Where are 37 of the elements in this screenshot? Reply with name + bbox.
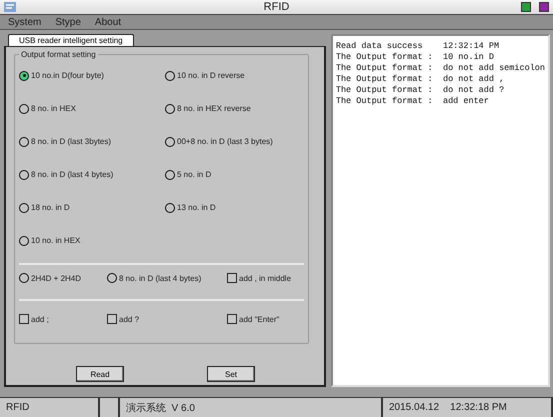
log-line: The Output format : do not add semicolon (336, 63, 545, 74)
tab[interactable]: USB reader intelligent setting (8, 34, 134, 46)
radio-button[interactable]: 8 no. in D (last 4 bytes) (107, 273, 227, 283)
radio-button[interactable]: 5 no. in D (165, 170, 304, 180)
log-line: The Output format : do not add , (336, 74, 506, 85)
radio-button[interactable]: 8 no. in HEX reverse (165, 104, 304, 114)
group-title: Output format setting (20, 50, 97, 59)
radio-button[interactable]: 2H4D + 2H4D (19, 273, 107, 283)
menu-item[interactable]: About (94, 16, 122, 28)
log-line: The Output format : 10 no.in D (336, 52, 495, 63)
radio-button[interactable]: 10 no.in D(four byte) (19, 70, 165, 80)
log-line: The Output format : add enter (336, 96, 490, 107)
checkbox[interactable]: add ; (19, 314, 107, 324)
menu-item[interactable]: System (8, 16, 42, 28)
checkbox[interactable]: add "Enter" (227, 314, 304, 324)
action-button[interactable]: Read (76, 366, 124, 382)
app-icon (4, 2, 16, 12)
menu-item[interactable]: Stype (55, 16, 81, 28)
radio-button[interactable]: 10 no. in HEX (19, 236, 165, 246)
action-button[interactable]: Set (207, 366, 255, 382)
status-cell: RFID (0, 398, 100, 417)
status-cell: 演示系统 V 6.0 (120, 398, 383, 417)
radio-button[interactable]: 8 no. in D (last 4 bytes) (19, 170, 165, 180)
checkbox[interactable]: add , in middle (227, 273, 304, 283)
radio-button[interactable]: 8 no. in D (last 3bytes) (19, 136, 165, 146)
radio-button[interactable]: 8 no. in HEX (19, 104, 165, 114)
close-button[interactable] (539, 2, 550, 12)
checkbox[interactable]: add ? (107, 314, 227, 324)
log-line: Read data success 12:32:14 PM (336, 41, 500, 52)
radio-button[interactable]: 13 no. in D (165, 202, 304, 212)
minimize-button[interactable] (521, 2, 532, 12)
status-cell: 2015.04.12 12:32:18 PM (383, 398, 553, 417)
log-line: The Output format : do not add ? (336, 85, 506, 96)
window-title: RFID (264, 1, 290, 13)
radio-button[interactable]: 00+8 no. in D (last 3 bytes) (165, 136, 304, 146)
radio-button[interactable]: 18 no. in D (19, 202, 165, 212)
radio-button[interactable]: 10 no. in D reverse (165, 70, 304, 80)
